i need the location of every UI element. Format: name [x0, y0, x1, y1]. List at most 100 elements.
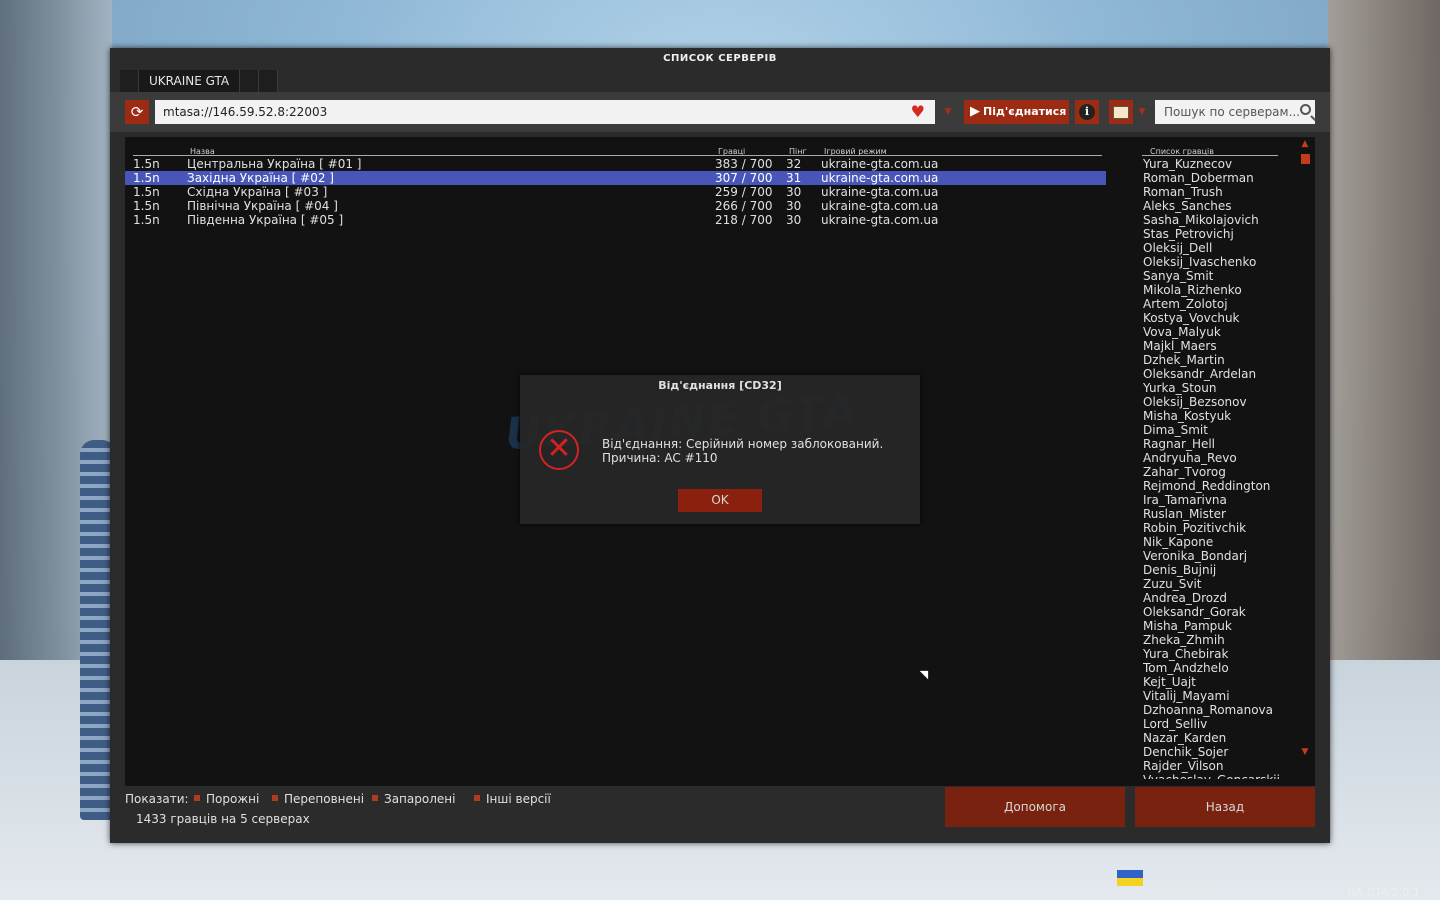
player-list-item[interactable]: Ruslan_Mister [1143, 507, 1283, 521]
player-list-item[interactable]: Majkl_Maers [1143, 339, 1283, 353]
player-list-item[interactable]: Veronika_Bondarj [1143, 549, 1283, 563]
scroll-down-button[interactable]: ▼ [1300, 747, 1310, 757]
connect-label: Під'єднатися [983, 105, 1067, 118]
player-list-item[interactable]: Andryuha_Revo [1143, 451, 1283, 465]
help-button[interactable]: Допомога [945, 787, 1125, 827]
connect-button[interactable]: ▶ Під'єднатися [964, 100, 1069, 124]
play-icon: ▶ [970, 104, 980, 119]
filter-other-versions[interactable]: Інші версії [474, 792, 551, 806]
player-list-item[interactable]: Stas_Petrovichj [1143, 227, 1283, 241]
server-ping: 30 [786, 199, 802, 213]
player-list-item[interactable]: Misha_Pampuk [1143, 619, 1283, 633]
tab-bar: UKRAINE GTA [120, 70, 279, 92]
player-list-item[interactable]: Robin_Pozitivchik [1143, 521, 1283, 535]
player-list-item[interactable]: Yura_Kuznecov [1143, 157, 1283, 171]
server-row[interactable]: 1.5n Північна Україна [ #04 ] 266 / 700 … [125, 199, 1106, 213]
filter-label: Порожні [206, 792, 260, 806]
server-version: 1.5n [133, 213, 160, 227]
version-label: UA-GTA 2.0.1 [1347, 886, 1420, 899]
player-list-item[interactable]: Vova_Malyuk [1143, 325, 1283, 339]
player-list-item[interactable]: Vyacheslav_Goncarskij [1143, 773, 1283, 779]
server-row-selected[interactable]: 1.5n Західна Україна [ #02 ] 307 / 700 3… [125, 171, 1106, 185]
player-list-item[interactable]: Sasha_Mikolajovich [1143, 213, 1283, 227]
player-list-item[interactable]: Aleks_Sanches [1143, 199, 1283, 213]
player-list-item[interactable]: Denis_Bujnij [1143, 563, 1283, 577]
player-list-item[interactable]: Kejt_Uajt [1143, 675, 1283, 689]
ok-button[interactable]: OK [678, 489, 762, 512]
tab-blank-right-1[interactable] [240, 70, 260, 92]
server-row[interactable]: 1.5n Південна Україна [ #05 ] 218 / 700 … [125, 213, 1106, 227]
error-icon: ✕ [539, 430, 579, 470]
server-players: 218 / 700 [715, 213, 773, 227]
player-list-item[interactable]: Oleksij_Bezsonov [1143, 395, 1283, 409]
tab-blank-left[interactable] [120, 70, 139, 92]
player-list-item[interactable]: Kostya_Vovchuk [1143, 311, 1283, 325]
player-list-item[interactable]: Rejmond_Reddington [1143, 479, 1283, 493]
show-filter-label: Показати: [125, 792, 189, 806]
player-list-item[interactable]: Denchik_Sojer [1143, 745, 1283, 759]
server-mode: ukraine-gta.com.ua [821, 185, 939, 199]
refresh-button[interactable]: ⟳ [125, 100, 149, 124]
search-input[interactable]: Пошук по серверам... [1155, 100, 1315, 124]
player-list-item[interactable]: Ira_Tamarivna [1143, 493, 1283, 507]
share-dropdown-button[interactable]: ▼ [1135, 100, 1149, 124]
language-selector[interactable]: Українська [1117, 870, 1220, 886]
server-version: 1.5n [133, 157, 160, 171]
player-list-item[interactable]: Andrea_Drozd [1143, 591, 1283, 605]
player-list-item[interactable]: Roman_Doberman [1143, 171, 1283, 185]
checkbox-icon [474, 795, 480, 801]
filter-locked[interactable]: Запаролені [372, 792, 455, 806]
info-icon: i [1079, 104, 1095, 120]
dialog-message-line-1: Від'єднання: Серійний номер заблокований… [602, 437, 884, 451]
server-players: 383 / 700 [715, 157, 773, 171]
checkbox-icon [372, 795, 378, 801]
status-text: 1433 гравців на 5 серверах [136, 812, 310, 826]
player-list-item[interactable]: Vitalij_Mayami [1143, 689, 1283, 703]
scrollbar-thumb[interactable] [1301, 154, 1310, 164]
share-button[interactable] [1109, 100, 1133, 124]
filter-full[interactable]: Переповнені [272, 792, 364, 806]
player-list-item[interactable]: Nazar_Karden [1143, 731, 1283, 745]
player-list-item[interactable]: Zuzu_Svit [1143, 577, 1283, 591]
server-row[interactable]: 1.5n Центральна Україна [ #01 ] 383 / 70… [125, 157, 1106, 171]
player-list-item[interactable]: Oleksij_Dell [1143, 241, 1283, 255]
player-list-item[interactable]: Tom_Andzhelo [1143, 661, 1283, 675]
address-dropdown-button[interactable]: ▼ [939, 100, 957, 124]
player-list-item[interactable]: Dima_Smit [1143, 423, 1283, 437]
info-button[interactable]: i [1075, 100, 1099, 124]
player-list-item[interactable]: Zahar_Tvorog [1143, 465, 1283, 479]
player-list-item[interactable]: Oleksij_Ivaschenko [1143, 255, 1283, 269]
toolbar: ⟳ mtasa://146.59.52.8:22003 ♥ ▼ ▶ Під'єдн… [110, 92, 1330, 132]
player-list-item[interactable]: Zheka_Zhmih [1143, 633, 1283, 647]
server-row[interactable]: 1.5n Східна Україна [ #03 ] 259 / 700 30… [125, 185, 1106, 199]
server-mode: ukraine-gta.com.ua [821, 157, 939, 171]
tab-blank-right-2[interactable] [259, 70, 279, 92]
player-list-item[interactable]: Misha_Kostyuk [1143, 409, 1283, 423]
player-list-item[interactable]: Nik_Kapone [1143, 535, 1283, 549]
scroll-up-button[interactable]: ▲ [1300, 139, 1310, 149]
player-list-item[interactable]: Rajder_Vilson [1143, 759, 1283, 773]
player-list-item[interactable]: Oleksandr_Ardelan [1143, 367, 1283, 381]
player-list-item[interactable]: Mikola_Rizhenko [1143, 283, 1283, 297]
heart-icon[interactable]: ♥ [911, 103, 925, 121]
player-list-item[interactable]: Oleksandr_Gorak [1143, 605, 1283, 619]
tab-ukraine-gta[interactable]: UKRAINE GTA [139, 70, 241, 92]
player-list-item[interactable]: Sanya_Smit [1143, 269, 1283, 283]
player-list-item[interactable]: Artem_Zolotoj [1143, 297, 1283, 311]
dialog-message: Від'єднання: Серійний номер заблокований… [602, 437, 883, 465]
filter-empty[interactable]: Порожні [194, 792, 259, 806]
player-list-item[interactable]: Dzhoanna_Romanova [1143, 703, 1283, 717]
search-icon[interactable] [1300, 104, 1311, 115]
player-list-item[interactable]: Yurka_Stoun [1143, 381, 1283, 395]
player-list-item[interactable]: Dzhek_Martin [1143, 353, 1283, 367]
player-list-item[interactable]: Roman_Trush [1143, 185, 1283, 199]
back-button[interactable]: Назад [1135, 787, 1315, 827]
player-list-item[interactable]: Ragnar_Hell [1143, 437, 1283, 451]
checkbox-icon [194, 795, 200, 801]
server-table: 1.5n Центральна Україна [ #01 ] 383 / 70… [125, 157, 1106, 227]
player-list[interactable]: Yura_Kuznecov Roman_Doberman Roman_Trush Al… [1143, 157, 1283, 779]
server-mode: ukraine-gta.com.ua [821, 171, 939, 185]
address-input[interactable]: mtasa://146.59.52.8:22003 ♥ [155, 100, 935, 124]
player-list-item[interactable]: Lord_Selliv [1143, 717, 1283, 731]
player-list-item[interactable]: Yura_Chebirak [1143, 647, 1283, 661]
